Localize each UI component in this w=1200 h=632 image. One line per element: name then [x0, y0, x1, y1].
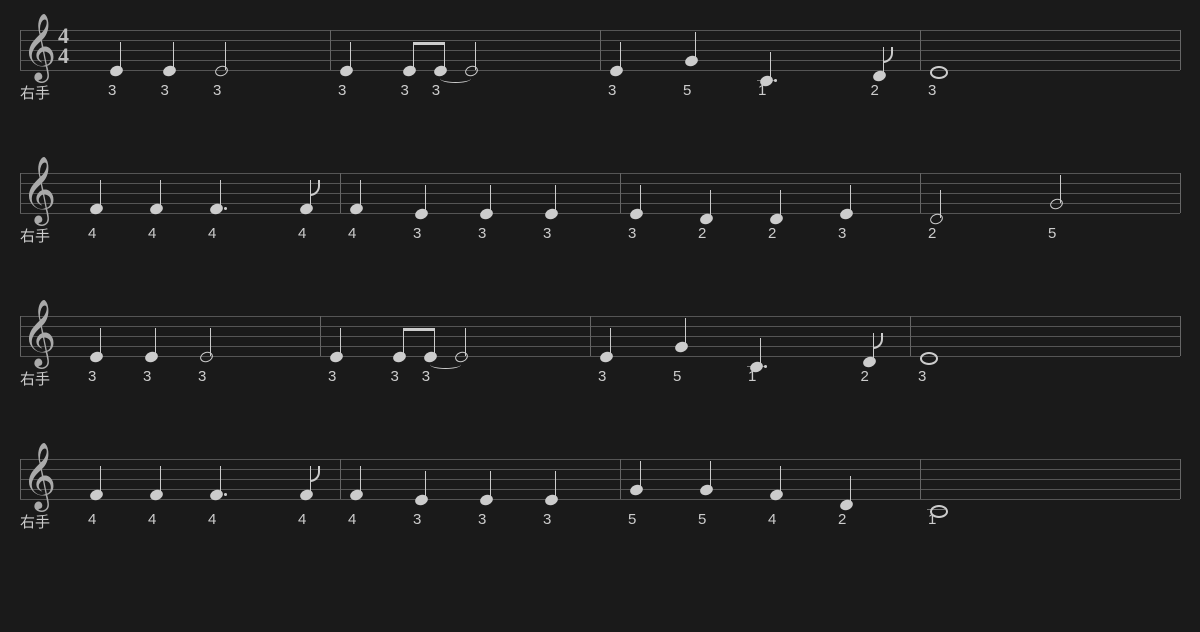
fingering: 2 — [871, 82, 879, 99]
staff-system-0: 𝄞44右手33333335123 — [20, 30, 1180, 125]
fingering: 3 — [608, 82, 616, 99]
fingering: 3 — [143, 368, 151, 385]
fingering: 3 — [391, 368, 399, 385]
fingering: 3 — [918, 368, 926, 385]
barline — [340, 459, 341, 499]
fingering: 3 — [328, 368, 336, 385]
fingering: 4 — [348, 511, 356, 528]
fingering: 3 — [198, 368, 206, 385]
barline — [330, 30, 331, 70]
fingering: 3 — [413, 225, 421, 242]
fingering: 3 — [928, 82, 936, 99]
fingering: 4 — [208, 225, 216, 242]
barline — [920, 30, 921, 70]
fingering: 4 — [208, 511, 216, 528]
fingering: 2 — [861, 368, 869, 385]
fingering: 4 — [348, 225, 356, 242]
fingering: 2 — [698, 225, 706, 242]
barline — [320, 316, 321, 356]
barline — [620, 459, 621, 499]
fingering: 3 — [88, 368, 96, 385]
fingering: 4 — [768, 511, 776, 528]
barline — [920, 173, 921, 213]
hand-label: 右手 — [20, 225, 50, 246]
staff-system-2: 𝄞右手33333335123 — [20, 316, 1180, 411]
fingering: 3 — [422, 368, 430, 385]
fingering: 4 — [148, 511, 156, 528]
staff-system-1: 𝄞右手44444333322325 — [20, 173, 1180, 268]
fingering: 3 — [413, 511, 421, 528]
fingering: 3 — [401, 82, 409, 99]
fingering: 4 — [88, 225, 96, 242]
fingering: 2 — [768, 225, 776, 242]
treble-clef-icon: 𝄞 — [22, 447, 56, 505]
fingering: 3 — [598, 368, 606, 385]
barline — [340, 173, 341, 213]
fingering: 3 — [478, 225, 486, 242]
hand-label: 右手 — [20, 368, 50, 389]
fingering: 3 — [478, 511, 486, 528]
fingering: 3 — [543, 511, 551, 528]
treble-clef-icon: 𝄞 — [22, 161, 56, 219]
fingering: 5 — [683, 82, 691, 99]
fingering: 3 — [338, 82, 346, 99]
fingering: 3 — [108, 82, 116, 99]
fingering: 2 — [838, 511, 846, 528]
fingering: 2 — [928, 225, 936, 242]
fingering: 5 — [673, 368, 681, 385]
barline — [920, 459, 921, 499]
fingering: 3 — [838, 225, 846, 242]
fingering: 5 — [628, 511, 636, 528]
barline — [590, 316, 591, 356]
fingering: 3 — [432, 82, 440, 99]
fingering: 3 — [628, 225, 636, 242]
barline — [600, 30, 601, 70]
staff-system-3: 𝄞右手4444433355421 — [20, 459, 1180, 554]
barline — [910, 316, 911, 356]
fingering: 5 — [698, 511, 706, 528]
fingering: 3 — [161, 82, 169, 99]
sheet-music: 𝄞44右手33333335123𝄞右手44444333322325𝄞右手3333… — [0, 0, 1200, 632]
hand-label: 右手 — [20, 511, 50, 532]
fingering: 4 — [298, 225, 306, 242]
fingering: 4 — [298, 511, 306, 528]
barline — [620, 173, 621, 213]
fingering: 4 — [88, 511, 96, 528]
fingering: 3 — [543, 225, 551, 242]
time-signature: 44 — [58, 26, 69, 66]
treble-clef-icon: 𝄞 — [22, 18, 56, 76]
treble-clef-icon: 𝄞 — [22, 304, 56, 362]
fingering: 3 — [213, 82, 221, 99]
hand-label: 右手 — [20, 82, 50, 103]
fingering: 5 — [1048, 225, 1056, 242]
fingering: 4 — [148, 225, 156, 242]
